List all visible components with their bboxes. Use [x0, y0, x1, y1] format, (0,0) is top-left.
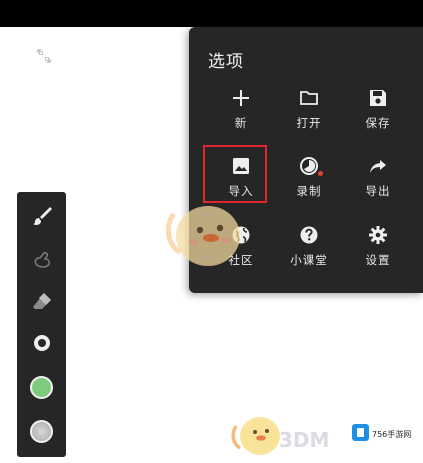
smudge-icon: [34, 251, 50, 268]
menu-item-export[interactable]: 导出: [343, 155, 413, 215]
smudge-tool[interactable]: [17, 240, 66, 280]
menu-item-open[interactable]: 打开: [274, 87, 344, 147]
save-icon: [367, 87, 389, 109]
color-tool[interactable]: [17, 367, 66, 407]
svg-text:756手游网: 756手游网: [372, 429, 411, 439]
menu-item-tutorial[interactable]: 小课堂: [274, 224, 344, 284]
brush-size-tool[interactable]: [17, 323, 66, 363]
tool-bar: [17, 192, 66, 457]
menu-item-new[interactable]: 新: [206, 87, 276, 147]
status-bar: [0, 0, 423, 27]
timer-icon: [298, 155, 323, 177]
menu-item-save[interactable]: 保存: [343, 87, 413, 147]
texture-tool[interactable]: [17, 411, 66, 451]
eraser-tool[interactable]: [17, 281, 66, 321]
site-logo-watermark: 756手游网: [352, 424, 411, 441]
watermark-text: 3DM: [279, 428, 330, 452]
brush-tool[interactable]: [17, 196, 66, 236]
share-icon: [367, 155, 389, 177]
fit-screen-icon[interactable]: [36, 48, 52, 64]
texture-swatch: [30, 419, 53, 443]
image-icon: [230, 155, 252, 177]
brush-icon: [32, 207, 52, 225]
mascot-watermark: [165, 206, 240, 266]
mascot-watermark-small: [231, 417, 280, 455]
recording-indicator: [318, 171, 323, 176]
brush-size-icon: [33, 335, 50, 351]
menu-item-record[interactable]: 录制: [274, 155, 344, 215]
menu-item-settings[interactable]: 设置: [343, 224, 413, 284]
gear-icon: [367, 224, 389, 246]
color-swatch: [30, 375, 53, 399]
folder-icon: [298, 87, 320, 109]
help-icon: [298, 224, 320, 246]
eraser-icon: [32, 293, 51, 309]
menu-title: 选项: [208, 52, 244, 72]
plus-icon: [230, 87, 252, 109]
